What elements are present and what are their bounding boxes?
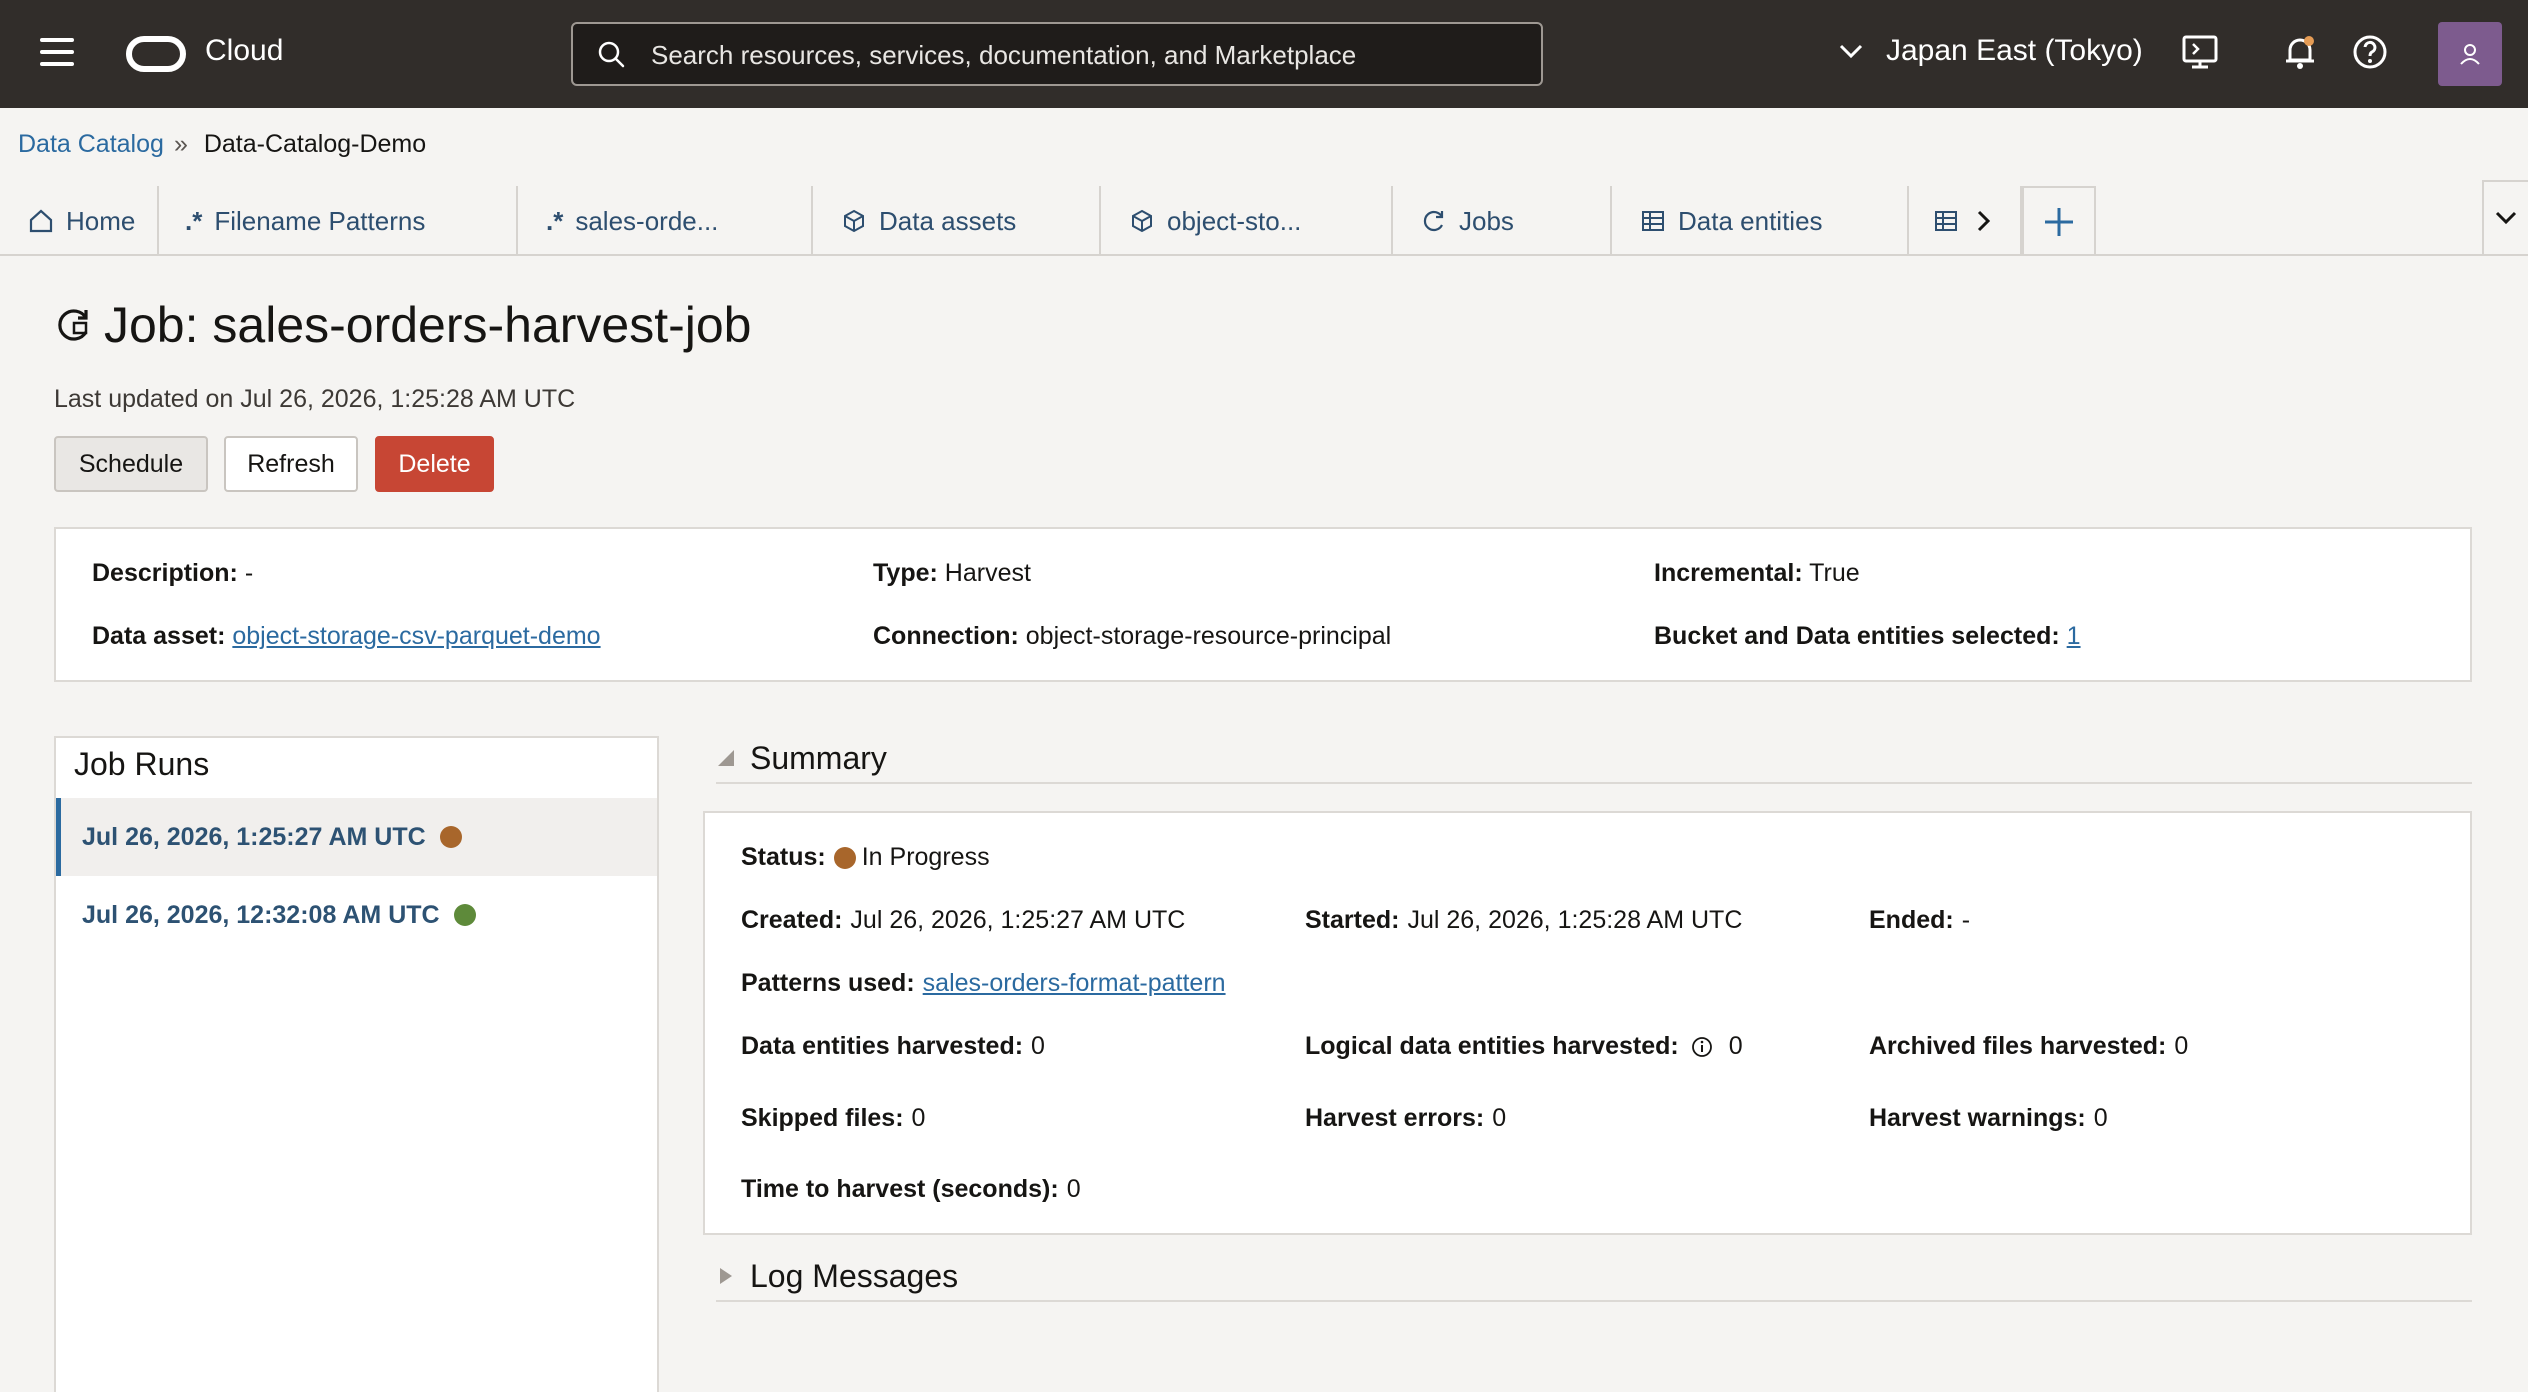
- description-field: Description: -: [92, 559, 254, 587]
- patterns-used-field: Patterns used: sales-orders-format-patter…: [741, 969, 1226, 998]
- user-avatar[interactable]: [2438, 22, 2502, 86]
- cloud-shell-icon[interactable]: [2180, 32, 2220, 72]
- tab-jobs[interactable]: Jobs: [1393, 186, 1612, 256]
- tab-sales-orders-pattern[interactable]: .* sales-orde...: [518, 186, 813, 256]
- tab-filename-patterns[interactable]: .* Filename Patterns: [159, 186, 518, 256]
- brand-name[interactable]: Cloud: [205, 34, 283, 68]
- chevron-right-icon[interactable]: [1971, 208, 1997, 234]
- summary-section-header[interactable]: Summary: [716, 734, 2472, 784]
- job-run-item[interactable]: Jul 26, 2026, 12:32:08 AM UTC: [56, 876, 657, 954]
- expand-triangle-icon: [720, 1268, 732, 1284]
- job-run-item[interactable]: Jul 26, 2026, 1:25:27 AM UTC: [56, 798, 657, 876]
- tab-bar: Home .* Filename Patterns .* sales-orde.…: [0, 180, 2528, 256]
- job-runs-panel: Job Runs Jul 26, 2026, 1:25:27 AM UTC Ju…: [54, 736, 659, 1392]
- add-tab-button[interactable]: [2022, 186, 2096, 256]
- help-icon[interactable]: [2350, 32, 2390, 72]
- home-icon: [29, 209, 53, 233]
- tab-object-storage-asset[interactable]: object-sto...: [1101, 186, 1393, 256]
- pattern-link[interactable]: sales-orders-format-pattern: [923, 969, 1226, 998]
- search-icon: [598, 41, 625, 68]
- cube-icon: [1132, 209, 1152, 233]
- summary-panel: Status: In Progress Created: Jul 26, 2026…: [703, 811, 2472, 1235]
- global-search[interactable]: [571, 22, 1543, 86]
- delete-button[interactable]: Delete: [375, 436, 494, 492]
- hamburger-menu-icon[interactable]: [40, 38, 74, 70]
- table-icon: [1935, 211, 1957, 231]
- job-details-panel: Description: - Type: Harvest Incremental…: [54, 527, 2472, 682]
- region-label: Japan East (Tokyo): [1886, 34, 2143, 67]
- tab-label: Data entities: [1678, 205, 1823, 236]
- status-dot-icon: [453, 904, 476, 926]
- time-to-harvest-field: Time to harvest (seconds): 0: [741, 1175, 1081, 1203]
- tab-overflow[interactable]: [1909, 186, 2022, 256]
- harvest-warnings-field: Harvest warnings: 0: [1869, 1104, 2108, 1132]
- breadcrumb-current: Data-Catalog-Demo: [203, 130, 427, 158]
- chevron-down-icon: [2495, 211, 2517, 225]
- tab-home[interactable]: Home: [0, 186, 159, 256]
- tab-list-dropdown[interactable]: [2482, 180, 2528, 256]
- harvest-errors-field: Harvest errors: 0: [1305, 1104, 1507, 1132]
- type-field: Type: Harvest: [873, 559, 1031, 587]
- breadcrumb-data-catalog[interactable]: Data Catalog: [18, 130, 164, 159]
- job-icon: [58, 309, 88, 341]
- user-icon: [2460, 44, 2480, 65]
- cube-icon: [844, 209, 864, 233]
- bucket-entities-link[interactable]: 1: [2067, 622, 2081, 650]
- tab-label: Home: [66, 205, 136, 236]
- tab-label: Filename Patterns: [214, 205, 426, 236]
- entities-harvested-field: Data entities harvested: 0: [741, 1032, 1045, 1060]
- regex-icon: .*: [185, 205, 203, 236]
- chevron-down-icon: [1839, 44, 1863, 59]
- info-icon[interactable]: [1691, 1036, 1713, 1058]
- page-title-text: Job: sales-orders-harvest-job: [104, 297, 752, 353]
- tab-label: object-sto...: [1167, 205, 1302, 236]
- refresh-button[interactable]: Refresh: [224, 436, 358, 492]
- search-input[interactable]: [651, 38, 1511, 72]
- page-title: Job: sales-orders-harvest-job: [54, 296, 752, 354]
- collapse-triangle-icon: [718, 750, 734, 766]
- log-messages-section-header[interactable]: Log Messages: [716, 1252, 2472, 1302]
- schedule-button[interactable]: Schedule: [54, 436, 208, 492]
- oracle-logo-icon[interactable]: [126, 36, 186, 72]
- connection-field: Connection: object-storage-resource-prin…: [873, 622, 1392, 650]
- tab-label: sales-orde...: [575, 205, 719, 236]
- tab-label: Jobs: [1459, 205, 1514, 236]
- last-updated: Last updated on Jul 26, 2026, 1:25:28 AM…: [54, 385, 576, 413]
- regex-icon: .*: [546, 205, 564, 236]
- ended-field: Ended: -: [1869, 906, 1971, 934]
- started-field: Started: Jul 26, 2026, 1:25:28 AM UTC: [1305, 906, 1743, 934]
- region-selector[interactable]: Japan East (Tokyo): [1836, 34, 2143, 68]
- refresh-job-icon: [1423, 210, 1444, 232]
- created-field: Created: Jul 26, 2026, 1:25:27 AM UTC: [741, 906, 1186, 934]
- notifications-bell-icon[interactable]: [2280, 32, 2320, 72]
- status-field: Status: In Progress: [741, 843, 990, 871]
- tab-label: Data assets: [879, 205, 1017, 236]
- breadcrumb: Data Catalog » Data-Catalog-Demo: [18, 130, 426, 159]
- archived-files-field: Archived files harvested: 0: [1869, 1032, 2189, 1060]
- top-bar: Cloud Japan East (Tokyo): [0, 0, 2528, 108]
- tab-data-assets[interactable]: Data assets: [813, 186, 1101, 256]
- bucket-entities-field: Bucket and Data entities selected: 1: [1654, 622, 2081, 650]
- data-asset-link[interactable]: object-storage-csv-parquet-demo: [232, 622, 600, 650]
- skipped-files-field: Skipped files: 0: [741, 1104, 926, 1132]
- plus-icon: [2045, 208, 2073, 236]
- status-dot-icon: [833, 846, 856, 869]
- breadcrumb-separator: »: [173, 130, 188, 158]
- data-asset-field: Data asset: object-storage-csv-parquet-d…: [92, 622, 601, 650]
- job-runs-title: Job Runs: [74, 746, 210, 782]
- table-icon: [1642, 211, 1664, 231]
- logical-entities-field: Logical data entities harvested: 0: [1305, 1032, 1743, 1060]
- tab-data-entities[interactable]: Data entities: [1612, 186, 1909, 256]
- status-dot-icon: [439, 826, 462, 848]
- incremental-field: Incremental: True: [1654, 559, 1860, 587]
